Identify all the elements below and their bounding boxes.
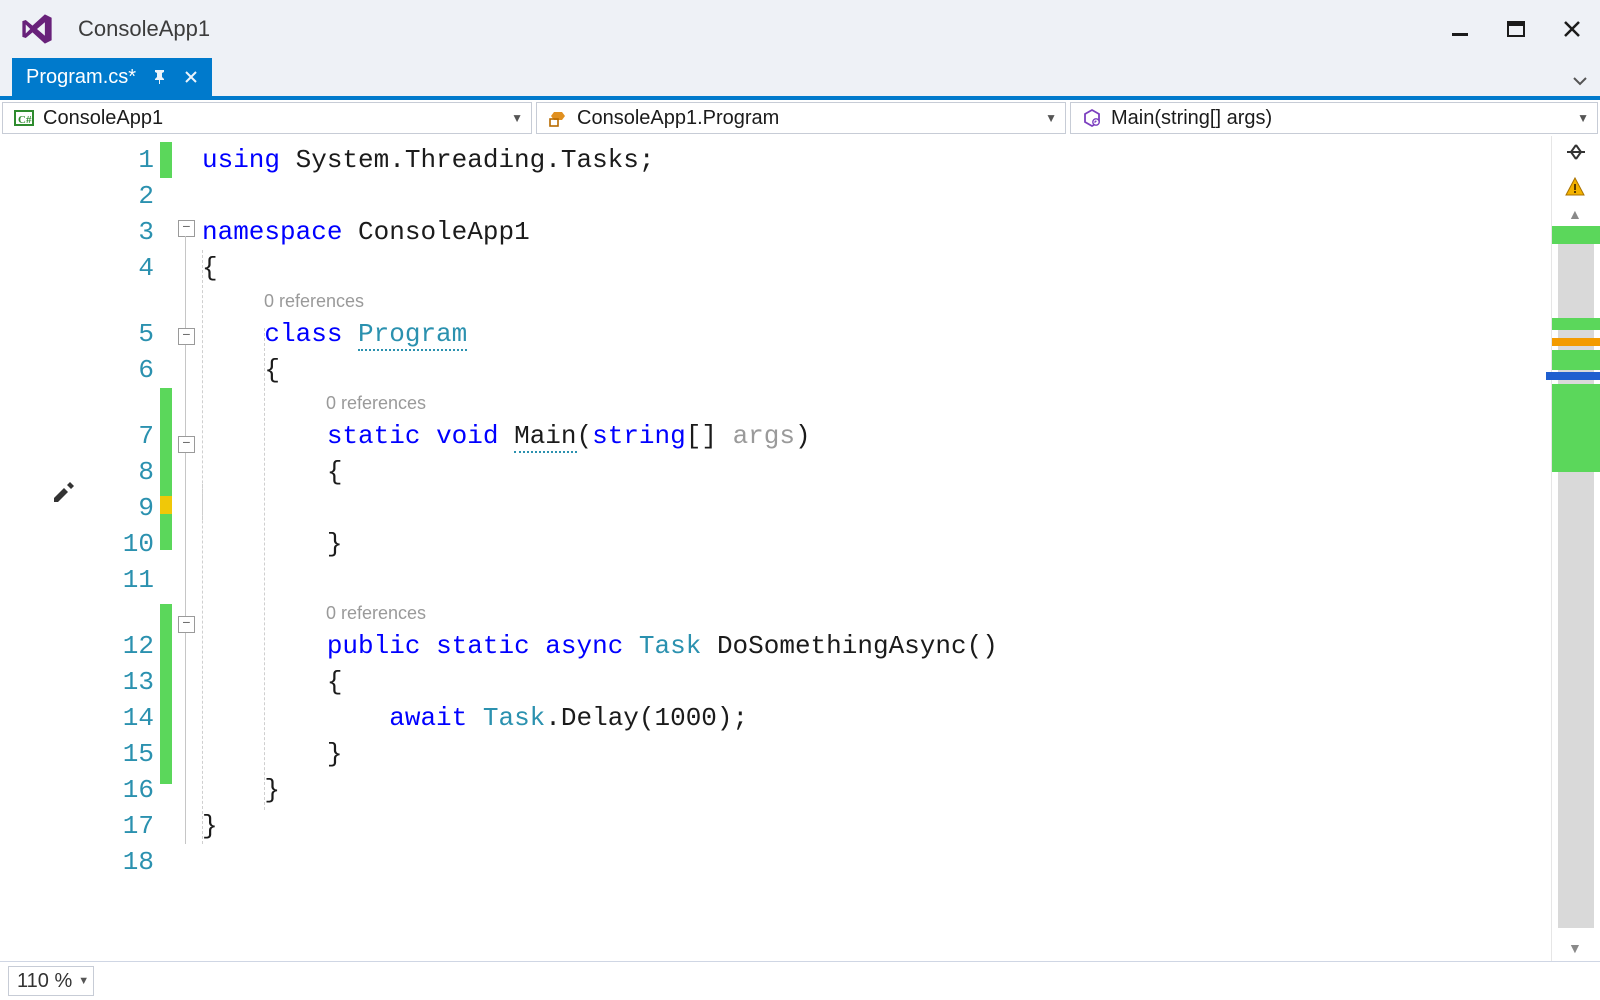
code-editor[interactable]: 1 2 3 4 5 6 7 8 9 10 11 12 13 14 15 16 1… bbox=[0, 136, 1600, 962]
line-number: 10 bbox=[96, 526, 154, 562]
tab-overflow-menu-icon[interactable] bbox=[1568, 72, 1592, 90]
line-number: 7 bbox=[96, 418, 154, 454]
line-number: 18 bbox=[96, 844, 154, 880]
codelens[interactable]: 0 references bbox=[202, 598, 1551, 628]
line-number: 5 bbox=[96, 316, 154, 352]
fold-toggle-icon[interactable]: − bbox=[178, 616, 195, 633]
line-number: 12 bbox=[96, 628, 154, 664]
outlining-margin[interactable]: − − − − bbox=[172, 136, 202, 962]
indicator-margin bbox=[0, 136, 96, 962]
code-area[interactable]: using System.Threading.Tasks; namespace … bbox=[202, 136, 1551, 962]
fold-toggle-icon[interactable]: − bbox=[178, 436, 195, 453]
class-dropdown[interactable]: ConsoleApp1.Program ▼ bbox=[536, 102, 1066, 134]
line-number: 9 bbox=[96, 490, 154, 526]
split-editor-icon[interactable] bbox=[1562, 140, 1590, 164]
status-bar: 110 % ▼ bbox=[0, 961, 1600, 1000]
line-number: 6 bbox=[96, 352, 154, 388]
minimize-button[interactable] bbox=[1432, 0, 1488, 58]
scroll-up-icon[interactable]: ▲ bbox=[1568, 206, 1582, 222]
class-dropdown-label: ConsoleApp1.Program bbox=[577, 107, 779, 130]
line-number: 8 bbox=[96, 454, 154, 490]
document-tab[interactable]: Program.cs* bbox=[12, 58, 212, 96]
csharp-project-icon: C# bbox=[13, 107, 35, 129]
line-number: 1 bbox=[96, 142, 154, 178]
close-button[interactable] bbox=[1544, 0, 1600, 58]
line-number: 3 bbox=[96, 214, 154, 250]
change-tracking-margin bbox=[160, 136, 172, 962]
line-number: 11 bbox=[96, 562, 154, 598]
close-tab-icon[interactable] bbox=[182, 68, 200, 86]
svg-text:C#: C# bbox=[18, 114, 32, 126]
method-icon bbox=[1081, 107, 1103, 129]
codelens[interactable]: 0 references bbox=[202, 388, 1551, 418]
navigation-bar: C# ConsoleApp1 ▼ ConsoleApp1.Program ▼ M… bbox=[0, 100, 1600, 137]
line-number: 16 bbox=[96, 772, 154, 808]
document-tab-strip: Program.cs* bbox=[0, 58, 1600, 100]
maximize-button[interactable] bbox=[1488, 0, 1544, 58]
overview-ruler[interactable] bbox=[1558, 226, 1594, 928]
chevron-down-icon: ▼ bbox=[511, 111, 523, 125]
line-number: 4 bbox=[96, 250, 154, 286]
zoom-dropdown[interactable]: 110 % ▼ bbox=[8, 966, 94, 996]
vs-logo-icon bbox=[18, 11, 56, 47]
fold-toggle-icon[interactable]: − bbox=[178, 220, 195, 237]
project-dropdown[interactable]: C# ConsoleApp1 ▼ bbox=[2, 102, 532, 134]
codelens[interactable]: 0 references bbox=[202, 286, 1551, 316]
chevron-down-icon: ▼ bbox=[1577, 111, 1589, 125]
line-number: 17 bbox=[96, 808, 154, 844]
member-dropdown-label: Main(string[] args) bbox=[1111, 107, 1272, 130]
line-number: 15 bbox=[96, 736, 154, 772]
window-title: ConsoleApp1 bbox=[78, 16, 210, 42]
tab-title: Program.cs* bbox=[26, 66, 136, 89]
quick-actions-icon[interactable] bbox=[50, 478, 78, 511]
title-bar: ConsoleApp1 bbox=[0, 0, 1600, 58]
line-number: 14 bbox=[96, 700, 154, 736]
chevron-down-icon: ▼ bbox=[78, 975, 89, 987]
fold-toggle-icon[interactable]: − bbox=[178, 328, 195, 345]
vertical-scrollbar[interactable]: ▲ ▼ bbox=[1551, 136, 1600, 962]
warning-icon[interactable] bbox=[1564, 176, 1586, 198]
chevron-down-icon: ▼ bbox=[1045, 111, 1057, 125]
class-icon bbox=[547, 107, 569, 129]
scroll-down-icon[interactable]: ▼ bbox=[1568, 940, 1582, 956]
line-number-gutter: 1 2 3 4 5 6 7 8 9 10 11 12 13 14 15 16 1… bbox=[96, 136, 160, 962]
line-number: 2 bbox=[96, 178, 154, 214]
line-number: 13 bbox=[96, 664, 154, 700]
zoom-value: 110 % bbox=[17, 970, 72, 993]
member-dropdown[interactable]: Main(string[] args) ▼ bbox=[1070, 102, 1598, 134]
pin-icon[interactable] bbox=[150, 68, 168, 86]
project-dropdown-label: ConsoleApp1 bbox=[43, 107, 163, 130]
